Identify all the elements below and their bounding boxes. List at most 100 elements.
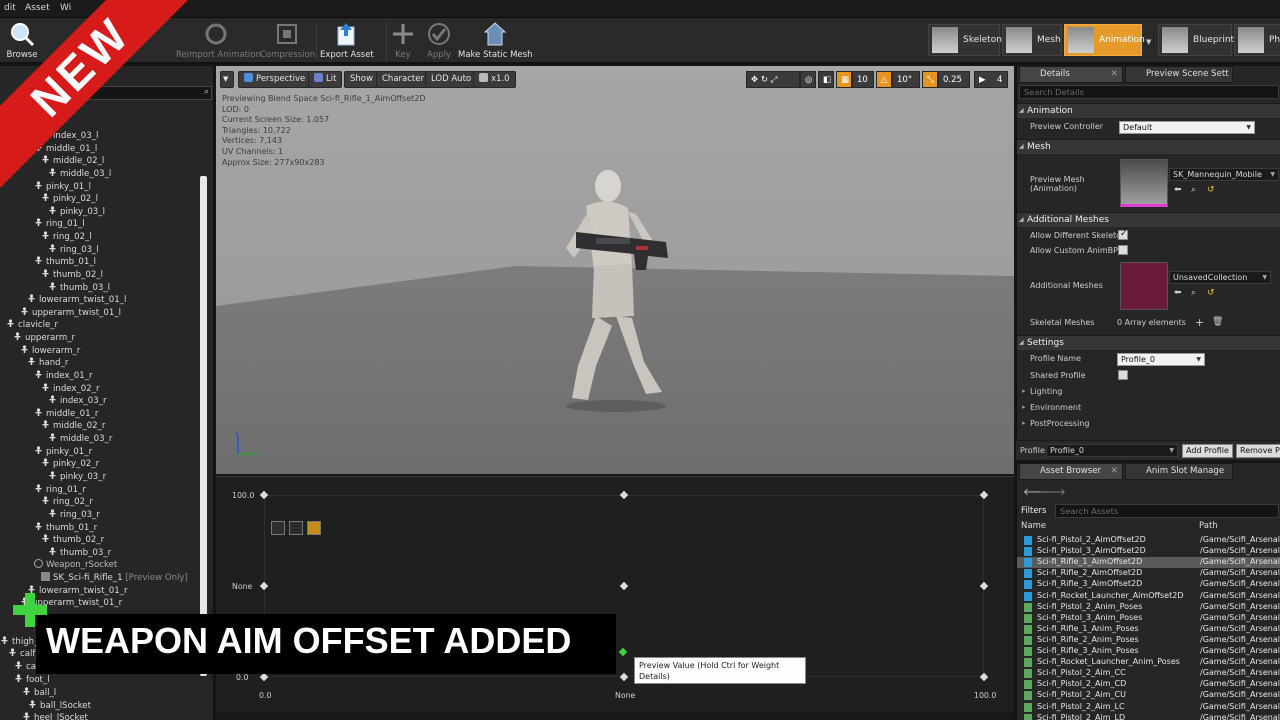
asset-row[interactable]: Sci-fi_Pistol_3_AimOffset2D/Game/Scifi_A… (1017, 546, 1280, 557)
bone-row[interactable]: ring_01_l (34, 218, 85, 231)
profile-name-input[interactable]: Profile_0 (1117, 353, 1205, 366)
asset-row[interactable]: Sci-fi_Pistol_3_Anim_Poses/Game/Scifi_Ar… (1017, 613, 1280, 624)
environment-group[interactable]: Environment (1022, 403, 1081, 412)
asset-row[interactable]: Sci-fi_Pistol_2_Aim_LD/Game/Scifi_Arsena… (1017, 713, 1280, 720)
scale-size-button[interactable]: 0.25 (938, 71, 970, 88)
column-name-header[interactable]: Name (1021, 521, 1046, 531)
make-static-mesh-button[interactable]: Make Static Mesh (458, 20, 532, 62)
tab-preview-scene[interactable]: Preview Scene Sett (1125, 66, 1233, 83)
bone-row[interactable]: index_02_r (41, 382, 100, 396)
postprocessing-group[interactable]: PostProcessing (1022, 419, 1090, 428)
bone-row[interactable]: upperarm_twist_01_l (20, 307, 121, 320)
bone-row[interactable]: middle_03_l (48, 168, 111, 181)
lod-button[interactable]: LOD Auto (425, 71, 478, 88)
filters-button[interactable]: Filters (1021, 506, 1046, 516)
bone-row[interactable]: lowerarm_twist_01_l (27, 294, 126, 307)
preview-viewport[interactable]: ▼ Perspective Lit Show Character LOD Aut… (216, 66, 1014, 474)
mode-mesh-button[interactable]: Mesh (1002, 24, 1062, 56)
mode-physics-button[interactable]: Phy (1234, 24, 1280, 56)
menu-asset[interactable]: Asset (25, 3, 50, 13)
reset-icon[interactable]: ↺ (1207, 288, 1215, 298)
bone-row[interactable]: ring_02_l (41, 231, 92, 244)
preview-mesh-dropdown[interactable]: SK_Mannequin_Mobile (1169, 168, 1279, 181)
allow-different-skeleton-checkbox[interactable] (1118, 229, 1128, 240)
tab-details[interactable]: Details ✕ (1019, 66, 1123, 83)
fit-icon[interactable] (271, 521, 285, 535)
bone-row[interactable]: thumb_01_l (34, 256, 96, 269)
rotation-size-button[interactable]: 10° (892, 71, 920, 88)
socket-row[interactable]: Weapon_rSocket (34, 559, 117, 572)
tree-scrollbar[interactable] (200, 176, 207, 676)
bone-row[interactable]: pinky_02_r (41, 458, 99, 471)
bone-row[interactable]: thumb_03_l (48, 281, 110, 295)
asset-row[interactable]: Sci-fi_Pistol_2_Aim_CC/Game/Scifi_Arsena… (1017, 668, 1280, 679)
category-animation[interactable]: Animation (1017, 103, 1280, 118)
bone-row[interactable]: ring_01_r (34, 484, 86, 497)
asset-search-input[interactable]: Search Assets (1055, 504, 1279, 518)
bone-row[interactable]: ring_02_r (41, 496, 93, 509)
bone-row[interactable]: index_01_r (34, 370, 93, 383)
coordinate-space-button[interactable]: ◎ (800, 71, 816, 88)
mannequin-character[interactable] (536, 166, 696, 416)
viewport-options-button[interactable]: ▼ (220, 71, 234, 88)
browse-icon[interactable]: ⌕ (1191, 288, 1196, 298)
rotation-snap-button[interactable]: △ (876, 71, 892, 88)
bone-row[interactable]: heel_lSocket (22, 712, 88, 720)
bone-row[interactable]: ball_l (22, 687, 56, 700)
show-button[interactable]: Show (344, 71, 379, 88)
asset-row[interactable]: Sci-fi_Pistol_2_Aim_CU/Game/Scifi_Arsena… (1017, 690, 1280, 701)
bone-row[interactable]: lowerarm_r (20, 345, 80, 358)
asset-row[interactable]: Sci-fi_Rifle_1_AimOffset2D/Game/Scifi_Ar… (1017, 557, 1280, 569)
additional-meshes-dropdown[interactable]: UnsavedCollection (1169, 271, 1271, 284)
allow-custom-animbp-checkbox[interactable] (1118, 245, 1128, 255)
asset-row[interactable]: Sci-fi_Pistol_2_Anim_Poses/Game/Scifi_Ar… (1017, 602, 1280, 613)
bone-row[interactable]: ring_03_r (48, 509, 100, 522)
bone-row[interactable]: middle_02_r (41, 420, 105, 433)
bone-row[interactable]: pinky_01_r (34, 446, 92, 459)
apply-button[interactable]: Apply (424, 20, 454, 62)
blend-scrollbar[interactable] (216, 712, 1014, 720)
asset-row[interactable]: Sci-fi_Rocket_Launcher_AimOffset2D/Game/… (1017, 591, 1280, 602)
browse-button[interactable]: Browse (2, 20, 42, 62)
asset-row[interactable]: Sci-fi_Rifle_2_AimOffset2D/Game/Scifi_Ar… (1017, 568, 1280, 579)
preview-controller-dropdown[interactable]: Default (1119, 121, 1255, 134)
blend-space-editor[interactable]: 100.0 None 0.0 0.0 None 100.0 Preview Va… (216, 476, 1014, 712)
asset-row[interactable]: Sci-fi_Pistol_2_AimOffset2D/Game/Scifi_A… (1017, 535, 1280, 546)
bone-row[interactable]: thigh_l (0, 636, 41, 649)
bone-row[interactable]: middle_03_r (48, 433, 112, 446)
key-button[interactable]: Key (390, 20, 416, 62)
category-additional-meshes[interactable]: Additional Meshes (1017, 212, 1280, 227)
transform-tools[interactable]: ✥ ↻ ⤢ (746, 71, 800, 88)
perspective-button[interactable]: Perspective (238, 71, 312, 88)
bone-row[interactable]: ball_lSocket (28, 700, 91, 713)
bone-row[interactable]: middle_01_r (34, 408, 98, 421)
shared-profile-checkbox[interactable] (1118, 370, 1128, 380)
bone-row[interactable]: pinky_01_l (34, 180, 91, 194)
bone-row[interactable]: foot_l (14, 674, 50, 687)
tab-anim-slot-manager[interactable]: Anim Slot Manage (1125, 463, 1233, 480)
use-selected-icon[interactable]: ⬅ (1174, 288, 1182, 298)
category-mesh[interactable]: Mesh (1017, 139, 1280, 154)
asset-row[interactable]: Sci-fi_Rifle_3_AimOffset2D/Game/Scifi_Ar… (1017, 579, 1280, 590)
bone-row[interactable]: thumb_01_r (34, 521, 97, 535)
snap-grid-icon[interactable] (307, 521, 321, 535)
close-icon[interactable]: ✕ (1111, 67, 1118, 82)
mode-skeleton-button[interactable]: Skeleton (928, 24, 1002, 56)
asset-row[interactable]: Sci-fi_Rocket_Launcher_Anim_Poses/Game/S… (1017, 657, 1280, 668)
toggle-labels-icon[interactable] (289, 521, 303, 535)
character-button[interactable]: Character (376, 71, 430, 88)
attached-mesh-row[interactable]: SK_Sci-fi_Rifle_1 [Preview Only] (41, 572, 188, 585)
lighting-group[interactable]: Lighting (1022, 387, 1062, 396)
add-icon[interactable]: + (1195, 316, 1204, 329)
bone-row[interactable]: middle_02_l (41, 155, 104, 168)
close-icon[interactable]: ✕ (1111, 464, 1118, 479)
bone-row[interactable]: pinky_02_l (41, 193, 98, 206)
forward-arrow-icon[interactable]: 🡒 (1039, 486, 1066, 498)
surface-snap-button[interactable]: ◧ (818, 71, 834, 88)
asset-row[interactable]: Sci-fi_Rifle_3_Anim_Poses/Game/Scifi_Ars… (1017, 646, 1280, 657)
remove-profile-button[interactable]: Remove Pr (1236, 444, 1280, 458)
reset-icon[interactable]: ↺ (1207, 185, 1215, 195)
bone-row[interactable]: upperarm_r (13, 332, 75, 345)
profile-dropdown[interactable]: Profile_0 (1046, 444, 1178, 457)
details-search-input[interactable]: Search Details (1019, 85, 1279, 99)
